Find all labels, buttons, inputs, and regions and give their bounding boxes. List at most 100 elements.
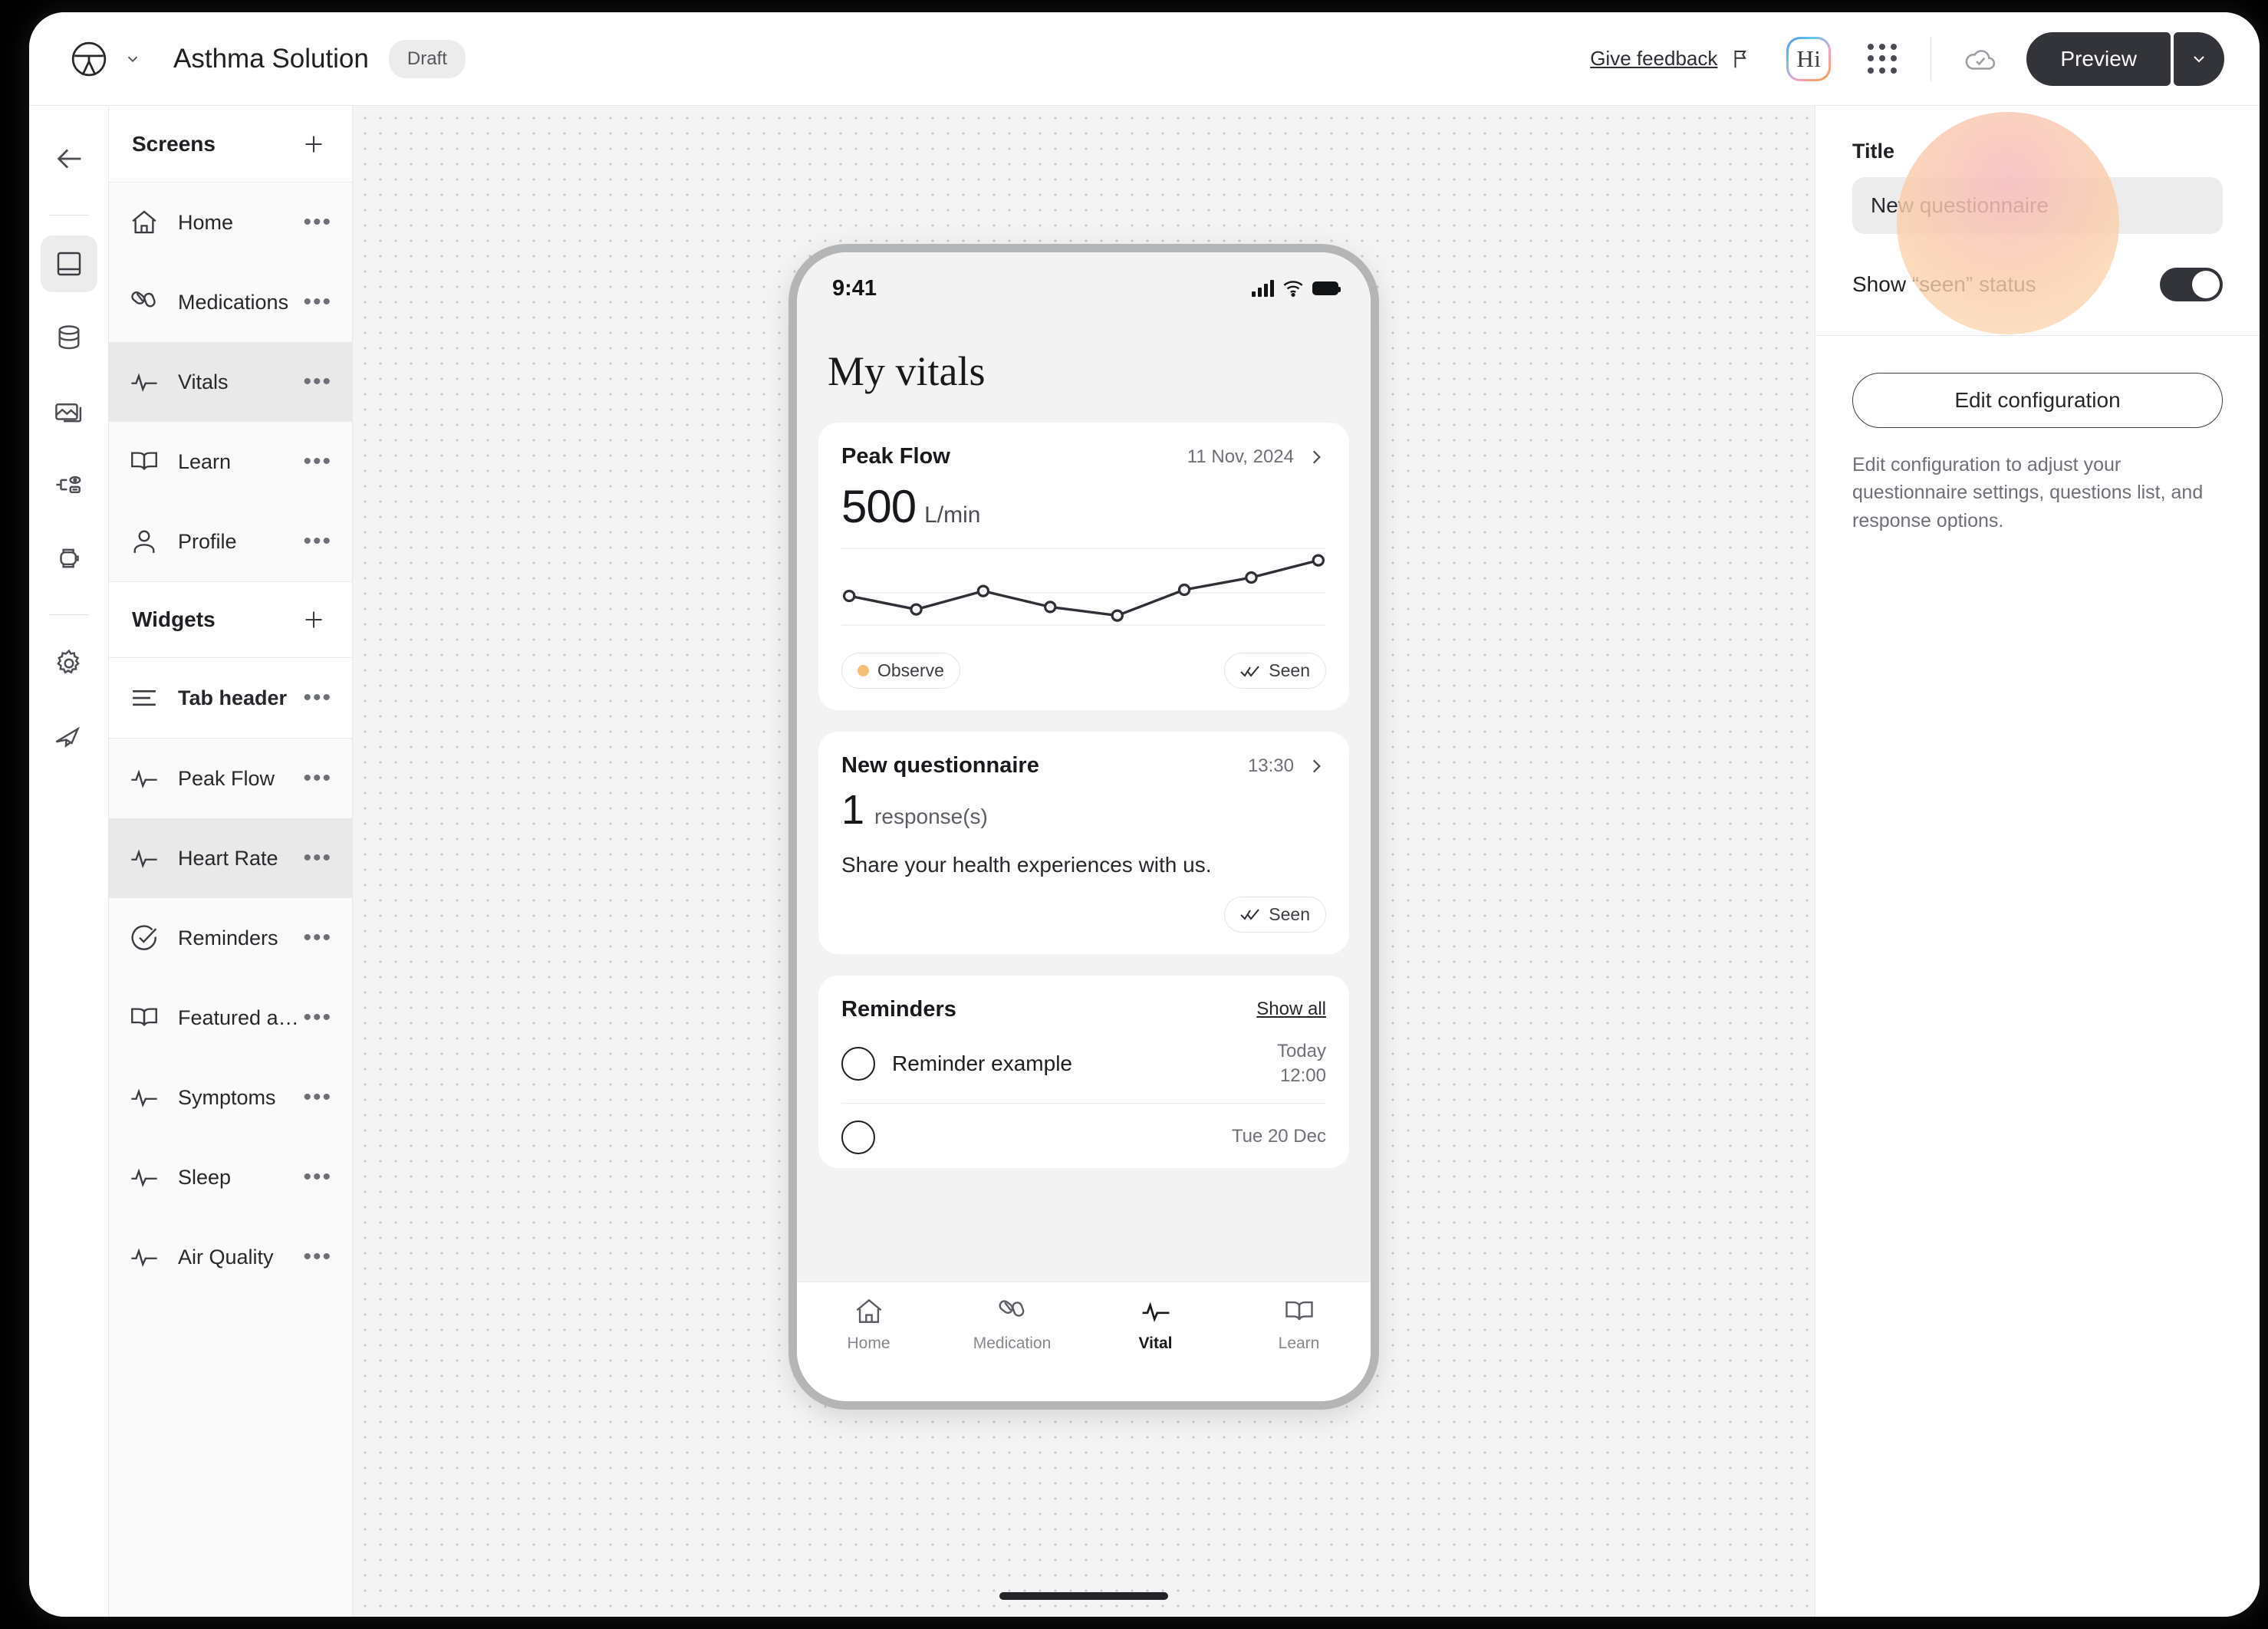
- widget-item-peak-flow[interactable]: Peak Flow •••: [109, 739, 352, 818]
- row-more-button[interactable]: •••: [303, 530, 332, 553]
- chevron-down-icon[interactable]: [123, 49, 143, 69]
- check-circle-icon: [126, 920, 163, 956]
- tab-label: Vital: [1138, 1334, 1173, 1352]
- sidebar-item-medications[interactable]: Medications •••: [109, 262, 352, 342]
- preview-dropdown-caret-icon[interactable]: [2174, 31, 2224, 86]
- widget-item-featured-articles[interactable]: Featured articles •••: [109, 978, 352, 1058]
- preview-button[interactable]: Preview: [2026, 31, 2171, 86]
- cloud-check-icon: [1960, 39, 2000, 79]
- screens-widgets-panel: Screens Home ••• Medications ••• Vitals …: [109, 106, 353, 1617]
- row-more-button[interactable]: •••: [303, 1006, 332, 1029]
- phone-screen: 9:41 My vitals Peak Flow 11 Nov, 2024 50…: [797, 252, 1371, 1282]
- reminder-list-item[interactable]: Tue 20 Dec: [841, 1104, 1326, 1168]
- reminder-time: Tue 20 Dec: [1232, 1124, 1326, 1149]
- widget-item-air-quality[interactable]: Air Quality •••: [109, 1217, 352, 1297]
- row-more-button[interactable]: •••: [303, 847, 332, 870]
- row-more-button[interactable]: •••: [303, 211, 332, 234]
- rail-item-screens[interactable]: [40, 235, 97, 292]
- reminder-checkbox[interactable]: [841, 1047, 875, 1081]
- chart-point: [1179, 585, 1189, 595]
- edit-configuration-button[interactable]: Edit configuration: [1852, 373, 2223, 428]
- row-more-button[interactable]: •••: [303, 291, 332, 314]
- reminder-list-item[interactable]: Reminder example Today 12:00: [841, 1022, 1326, 1103]
- preview-button-group: Preview: [2026, 31, 2224, 86]
- tab-home[interactable]: Home: [797, 1295, 940, 1353]
- widget-item-tab-header[interactable]: Tab header •••: [109, 658, 352, 738]
- phone-status-bar: 9:41: [818, 252, 1349, 317]
- row-more-button[interactable]: •••: [303, 1086, 332, 1109]
- sidebar-item-vitals[interactable]: Vitals •••: [109, 342, 352, 422]
- status-badge: Draft: [388, 39, 466, 78]
- widget-item-label: Heart Rate: [178, 846, 278, 870]
- chart-point: [911, 604, 921, 614]
- row-more-button[interactable]: •••: [303, 370, 332, 393]
- row-more-button[interactable]: •••: [303, 1166, 332, 1189]
- chart-point: [1246, 573, 1256, 583]
- chevron-right-icon[interactable]: [1306, 447, 1326, 467]
- show-seen-status-toggle[interactable]: [2160, 268, 2223, 301]
- book-icon: [126, 999, 163, 1036]
- row-more-button[interactable]: •••: [303, 450, 332, 473]
- status-dot: [857, 665, 869, 676]
- brand-group[interactable]: [67, 38, 143, 81]
- peak-flow-title: Peak Flow: [841, 444, 950, 469]
- brand-logo-icon: [67, 38, 110, 81]
- widget-item-sleep[interactable]: Sleep •••: [109, 1137, 352, 1217]
- add-widget-button[interactable]: [297, 603, 331, 637]
- observe-status-pill[interactable]: Observe: [841, 653, 960, 689]
- seen-pill[interactable]: Seen: [1224, 896, 1326, 933]
- pulse-icon: [126, 840, 163, 877]
- title-input[interactable]: New questionnaire: [1852, 177, 2223, 234]
- show-seen-status-row: Show “seen” status: [1852, 268, 2223, 335]
- sidebar-item-home[interactable]: Home •••: [109, 183, 352, 262]
- sidebar-item-profile[interactable]: Profile •••: [109, 502, 352, 581]
- row-more-button[interactable]: •••: [303, 1246, 332, 1269]
- widget-item-reminders[interactable]: Reminders •••: [109, 898, 352, 978]
- widget-item-label: Reminders: [178, 926, 278, 949]
- panel-divider: [1815, 335, 2260, 336]
- title-field-label: Title: [1852, 140, 1895, 163]
- peak-flow-pill-row: Observe Seen: [841, 653, 1326, 689]
- rail-item-devices[interactable]: [41, 530, 97, 587]
- rail-item-settings[interactable]: [41, 635, 97, 692]
- peak-flow-card[interactable]: Peak Flow 11 Nov, 2024 500 L/min Observe…: [818, 423, 1349, 710]
- chart-point: [844, 591, 854, 601]
- toggle-knob: [2192, 271, 2220, 298]
- flag-icon[interactable]: [1728, 46, 1754, 72]
- widget-item-heart-rate[interactable]: Heart Rate •••: [109, 818, 352, 898]
- hi-assistant-badge[interactable]: Hi: [1786, 36, 1832, 81]
- reminders-title: Reminders: [841, 996, 956, 1022]
- questionnaire-time: 13:30: [1247, 755, 1294, 776]
- apps-grid-icon[interactable]: [1861, 39, 1901, 79]
- rail-item-data[interactable]: [41, 309, 97, 366]
- tab-learn[interactable]: Learn: [1227, 1295, 1371, 1353]
- wifi-icon: [1282, 280, 1304, 297]
- row-more-button[interactable]: •••: [303, 767, 332, 790]
- phone-screen-title: My vitals: [828, 348, 986, 394]
- row-more-button[interactable]: •••: [303, 926, 332, 949]
- design-canvas[interactable]: 9:41 My vitals Peak Flow 11 Nov, 2024 50…: [353, 106, 1815, 1617]
- reminder-label: Reminder example: [892, 1051, 1072, 1076]
- reminder-checkbox[interactable]: [841, 1120, 875, 1154]
- add-screen-button[interactable]: [297, 127, 331, 161]
- questionnaire-card[interactable]: New questionnaire 13:30 1 response(s) Sh…: [818, 732, 1349, 954]
- show-all-link[interactable]: Show all: [1256, 999, 1326, 1020]
- reminders-card[interactable]: Reminders Show all Reminder example Toda…: [818, 975, 1349, 1168]
- seen-pill[interactable]: Seen: [1224, 653, 1326, 689]
- home-icon: [126, 204, 163, 241]
- back-button[interactable]: [41, 130, 97, 187]
- sidebar-item-learn[interactable]: Learn •••: [109, 422, 352, 502]
- widget-item-symptoms[interactable]: Symptoms •••: [109, 1058, 352, 1137]
- row-more-button[interactable]: •••: [303, 686, 332, 709]
- tab-vital[interactable]: Vital: [1084, 1295, 1227, 1353]
- chart-point: [978, 586, 988, 596]
- pulse-icon: [126, 1159, 163, 1196]
- give-feedback-link[interactable]: Give feedback: [1590, 47, 1717, 71]
- chevron-right-icon[interactable]: [1306, 756, 1326, 776]
- tab-medication[interactable]: Medication: [940, 1295, 1084, 1353]
- screens-panel-header: Screens: [109, 106, 352, 183]
- rail-item-deploy[interactable]: [41, 709, 97, 765]
- rail-item-flows[interactable]: [41, 456, 97, 513]
- rail-item-media[interactable]: [41, 383, 97, 439]
- workspace-body: Screens Home ••• Medications ••• Vitals …: [29, 106, 2260, 1617]
